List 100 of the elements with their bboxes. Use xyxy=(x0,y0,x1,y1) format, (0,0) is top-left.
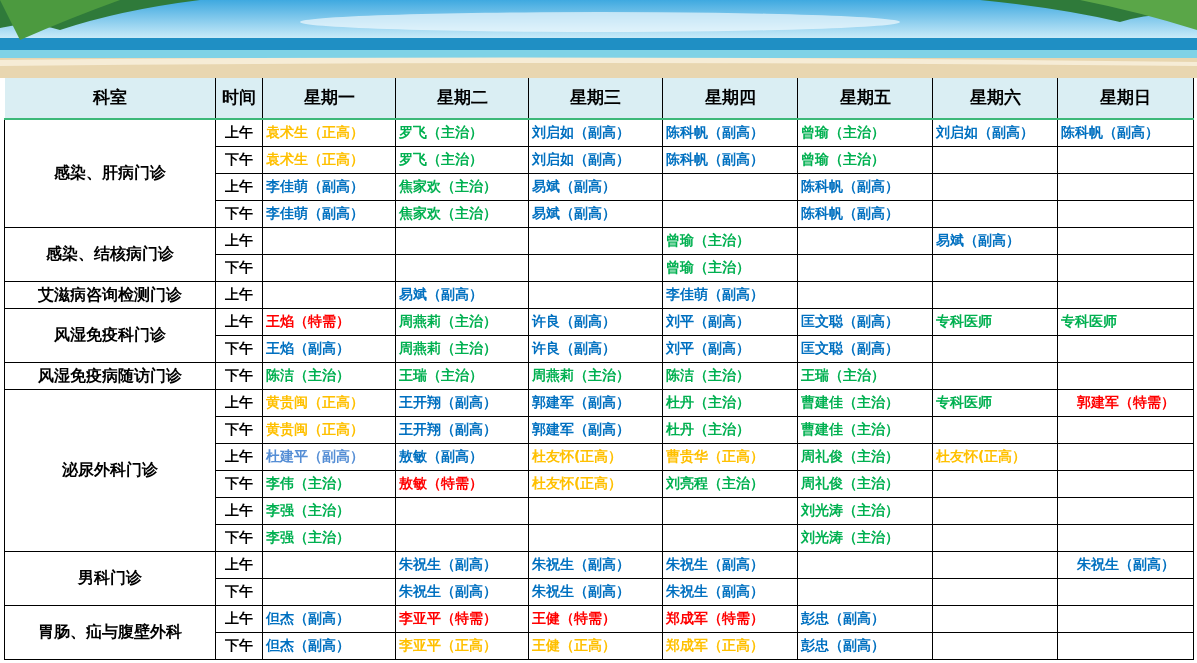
column-header: 时间 xyxy=(215,78,263,119)
doctor-cell: 王健（正高） xyxy=(528,632,663,659)
doctor-cell: 陈科帆（副高） xyxy=(1057,119,1194,146)
time-cell: 下午 xyxy=(215,632,263,659)
doctor-cell: 杜建平（副高） xyxy=(262,443,396,470)
doctor-cell: 曾瑜（主治） xyxy=(797,146,933,173)
doctor-cell: 郑成军（特需） xyxy=(662,605,798,632)
time-cell: 下午 xyxy=(215,524,263,551)
department-cell: 泌尿外科门诊 xyxy=(4,389,216,551)
doctor-cell: 刘平（副高） xyxy=(662,308,798,335)
doctor-cell: 郭建军（特需） xyxy=(1057,389,1194,416)
doctor-cell: 曾瑜（主治） xyxy=(797,119,933,146)
doctor-cell: 杜友怀(正高） xyxy=(528,443,663,470)
column-header: 星期六 xyxy=(932,78,1058,119)
column-header: 星期五 xyxy=(797,78,933,119)
doctor-cell: 曹建佳（主治） xyxy=(797,389,933,416)
time-cell: 上午 xyxy=(215,605,263,632)
doctor-cell: 刘平（副高） xyxy=(662,335,798,362)
doctor-cell: 周燕莉（主治） xyxy=(528,362,663,389)
doctor-cell: 许良（副高） xyxy=(528,308,663,335)
doctor-cell: 陈科帆（副高） xyxy=(797,173,933,200)
doctor-cell: 曾瑜（主治） xyxy=(662,227,798,254)
department-cell: 风湿免疫病随访门诊 xyxy=(4,362,216,389)
doctor-cell: 专科医师 xyxy=(932,308,1058,335)
doctor-cell: 陈洁（主治） xyxy=(662,362,798,389)
time-cell: 下午 xyxy=(215,146,263,173)
doctor-cell: 曾瑜（主治） xyxy=(662,254,798,281)
time-cell: 上午 xyxy=(215,173,263,200)
doctor-cell: 杜友怀(正高） xyxy=(528,470,663,497)
doctor-cell: 易斌（副高） xyxy=(932,227,1058,254)
doctor-cell: 王焰（副高） xyxy=(262,335,396,362)
time-cell: 下午 xyxy=(215,200,263,227)
doctor-cell: 周燕莉（主治） xyxy=(395,308,529,335)
doctor-cell: 袁术生（正高） xyxy=(262,119,396,146)
doctor-cell: 许良（副高） xyxy=(528,335,663,362)
doctor-cell: 易斌（副高） xyxy=(528,173,663,200)
doctor-cell: 王瑞（主治） xyxy=(395,362,529,389)
doctor-cell: 朱祝生（副高） xyxy=(528,578,663,605)
doctor-cell: 朱祝生（副高） xyxy=(395,551,529,578)
doctor-cell: 刘启如（副高） xyxy=(932,119,1058,146)
department-cell: 胃肠、疝与腹壁外科 xyxy=(4,605,216,659)
time-cell: 上午 xyxy=(215,497,263,524)
column-header: 星期一 xyxy=(262,78,396,119)
doctor-cell: 朱祝生（副高） xyxy=(528,551,663,578)
doctor-cell: 朱祝生（副高） xyxy=(1057,551,1194,578)
doctor-cell: 郭建军（副高） xyxy=(528,389,663,416)
doctor-cell: 李强（主治） xyxy=(262,524,396,551)
doctor-cell: 罗飞（主治） xyxy=(395,146,529,173)
doctor-cell: 刘亮程（主治） xyxy=(662,470,798,497)
doctor-cell: 周燕莉（主治） xyxy=(395,335,529,362)
doctor-cell: 杜丹（主治） xyxy=(662,389,798,416)
doctor-cell: 彭忠（副高） xyxy=(797,605,933,632)
doctor-cell: 周礼俊（主治） xyxy=(797,443,933,470)
time-cell: 下午 xyxy=(215,416,263,443)
doctor-cell: 李佳萌（副高） xyxy=(262,200,396,227)
doctor-cell: 李亚平（特需） xyxy=(395,605,529,632)
doctor-cell: 杜友怀(正高） xyxy=(932,443,1058,470)
doctor-cell: 王开翔（副高） xyxy=(395,416,529,443)
time-cell: 下午 xyxy=(215,470,263,497)
doctor-cell: 刘启如（副高） xyxy=(528,119,663,146)
doctor-cell: 但杰（副高） xyxy=(262,632,396,659)
time-cell: 上午 xyxy=(215,281,263,308)
doctor-cell: 敖敏（特需） xyxy=(395,470,529,497)
doctor-cell: 朱祝生（副高） xyxy=(662,551,798,578)
doctor-cell: 专科医师 xyxy=(1057,308,1194,335)
department-cell: 艾滋病咨询检测门诊 xyxy=(4,281,216,308)
doctor-cell: 朱祝生（副高） xyxy=(395,578,529,605)
doctor-cell: 专科医师 xyxy=(932,389,1058,416)
doctor-cell: 刘光涛（主治） xyxy=(797,524,933,551)
doctor-cell: 焦家欢（主治） xyxy=(395,200,529,227)
doctor-cell: 朱祝生（副高） xyxy=(662,578,798,605)
doctor-cell: 刘启如（副高） xyxy=(528,146,663,173)
time-cell: 上午 xyxy=(215,389,263,416)
column-header: 星期三 xyxy=(528,78,663,119)
doctor-cell: 彭忠（副高） xyxy=(797,632,933,659)
time-cell: 上午 xyxy=(215,308,263,335)
column-header: 星期二 xyxy=(395,78,529,119)
doctor-cell: 陈科帆（副高） xyxy=(662,146,798,173)
department-cell: 感染、结核病门诊 xyxy=(4,227,216,281)
doctor-cell: 周礼俊（主治） xyxy=(797,470,933,497)
column-header: 星期四 xyxy=(662,78,798,119)
doctor-cell: 李强（主治） xyxy=(262,497,396,524)
time-cell: 下午 xyxy=(215,578,263,605)
doctor-cell: 王瑞（主治） xyxy=(797,362,933,389)
doctor-cell: 王健（特需） xyxy=(528,605,663,632)
doctor-cell: 郭建军（副高） xyxy=(528,416,663,443)
doctor-cell: 易斌（副高） xyxy=(395,281,529,308)
doctor-cell: 杜丹（主治） xyxy=(662,416,798,443)
doctor-cell: 陈科帆（副高） xyxy=(662,119,798,146)
doctor-cell: 李亚平（正高） xyxy=(395,632,529,659)
doctor-cell: 王焰（特需） xyxy=(262,308,396,335)
doctor-cell: 黄贵闽（正高） xyxy=(262,416,396,443)
doctor-cell: 曹建佳（主治） xyxy=(797,416,933,443)
time-cell: 上午 xyxy=(215,119,263,146)
column-header: 科室 xyxy=(4,78,216,119)
time-cell: 下午 xyxy=(215,362,263,389)
doctor-cell: 匡文聪（副高） xyxy=(797,335,933,362)
time-cell: 下午 xyxy=(215,254,263,281)
doctor-cell: 易斌（副高） xyxy=(528,200,663,227)
doctor-cell: 陈洁（主治） xyxy=(262,362,396,389)
